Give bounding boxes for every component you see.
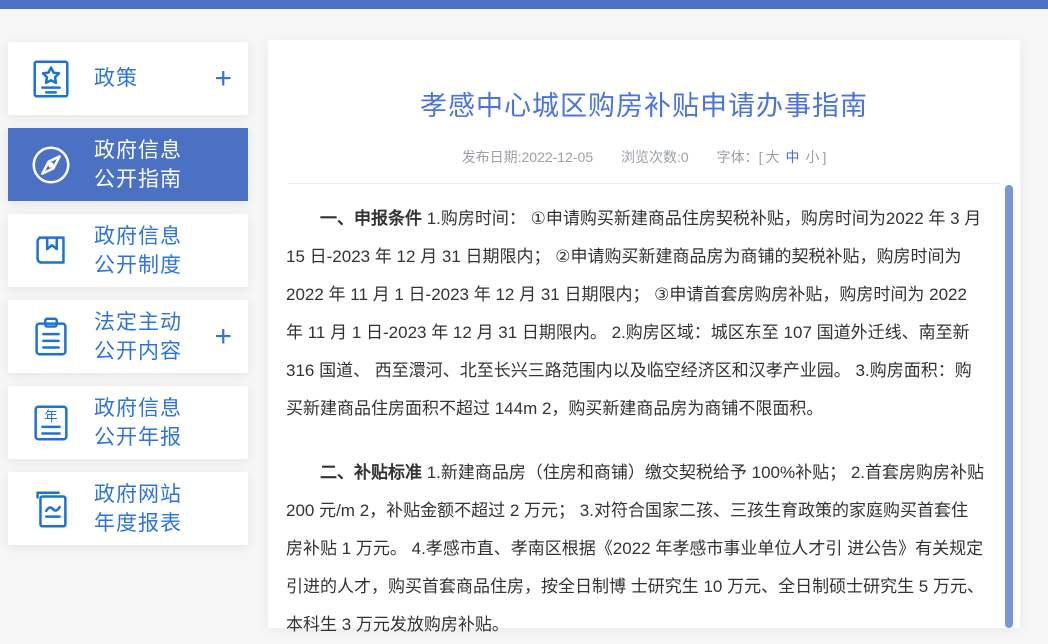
sidebar-item-label: 政府信息公开制度 (94, 222, 228, 280)
font-size-small-button[interactable]: 小 (805, 149, 819, 165)
policy-badge-icon (28, 56, 74, 102)
svg-text:年: 年 (44, 409, 57, 424)
section-lead: 二、补贴标准 (320, 463, 422, 482)
page-title: 孝感中心城区购房补贴申请办事指南 (268, 84, 1020, 123)
sidebar-item-label: 政府信息公开指南 (94, 136, 228, 194)
paragraph-application-conditions: 一、申报条件 1.购房时间： ①申请购买新建商品住房契税补贴，购房时间为2022… (286, 200, 984, 428)
font-label-close: ] (822, 149, 826, 165)
sidebar: 政策 + 政府信息公开指南 政府信息公开制度 (8, 42, 248, 558)
sidebar-item-annual-report[interactable]: 年 政府信息公开年报 (8, 386, 248, 459)
sidebar-item-label: 政府网站年度报表 (94, 480, 228, 538)
sidebar-item-label: 政策 (94, 64, 210, 93)
scrollbar-thumb[interactable] (1005, 185, 1013, 628)
book-icon (28, 228, 74, 274)
expand-plus-icon[interactable]: + (210, 64, 232, 94)
article-meta: 发布日期:2022-12-05 浏览次数:0 字体：[大中小] (268, 147, 1020, 167)
top-bar (0, 0, 1048, 9)
expand-plus-icon[interactable]: + (210, 322, 232, 352)
font-size-control: 字体：[大中小] (717, 149, 827, 165)
sidebar-item-gov-info-guide[interactable]: 政府信息公开指南 (8, 128, 248, 201)
paragraph-text: 1.购房时间： ①申请购买新建商品住房契税补贴，购房时间为2022 年 3 月 … (286, 209, 981, 418)
article-body: 一、申报条件 1.购房时间： ①申请购买新建商品住房契税补贴，购房时间为2022… (268, 184, 1020, 644)
paragraph-text: 1.新建商品房（住房和商铺）缴交契税给予 100%补贴； 2.首套房购房补贴 2… (286, 463, 984, 634)
publish-date: 发布日期:2022-12-05 (462, 149, 594, 165)
sidebar-item-label: 法定主动公开内容 (94, 308, 210, 366)
sidebar-item-statutory-disclosure[interactable]: 法定主动公开内容 + (8, 300, 248, 373)
article-panel: 孝感中心城区购房补贴申请办事指南 发布日期:2022-12-05 浏览次数:0 … (268, 40, 1020, 628)
font-size-medium-button[interactable]: 中 (785, 149, 799, 165)
clipboard-icon (28, 314, 74, 360)
sidebar-item-gov-info-system[interactable]: 政府信息公开制度 (8, 214, 248, 287)
annual-report-icon: 年 (28, 400, 74, 446)
sidebar-item-label: 政府信息公开年报 (94, 394, 228, 452)
paragraph-subsidy-standards: 二、补贴标准 1.新建商品房（住房和商铺）缴交契税给予 100%补贴； 2.首套… (286, 454, 984, 644)
font-label: 字体：[ (717, 149, 763, 165)
view-count: 浏览次数:0 (621, 149, 689, 165)
font-size-large-button[interactable]: 大 (765, 149, 779, 165)
sidebar-item-policy[interactable]: 政策 + (8, 42, 248, 115)
report-pages-icon (28, 486, 74, 532)
section-lead: 一、申报条件 (320, 209, 422, 228)
compass-icon (28, 142, 74, 188)
sidebar-item-website-annual-report[interactable]: 政府网站年度报表 (8, 472, 248, 545)
